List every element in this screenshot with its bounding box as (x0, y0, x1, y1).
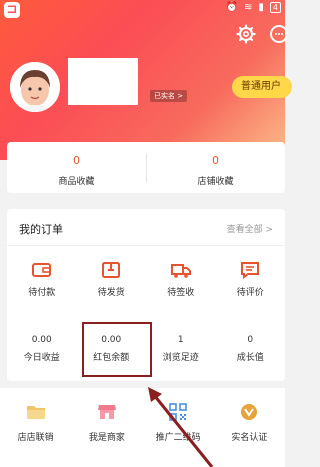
comment-icon (241, 262, 260, 279)
tools-card: 店店联销 我是商家 推广二维码 实名认证 (0, 388, 285, 467)
stat-today-earnings-value: 0.00 (31, 335, 52, 345)
shop-icon (97, 405, 116, 419)
order-pending-review-label: 待评价 (236, 288, 264, 298)
stat-browse-history-value: 1 (177, 335, 184, 345)
stat-growth-value-label: 成长值 (236, 353, 264, 363)
tool-merchant-label: 我是商家 (88, 433, 125, 443)
stat-today-earnings-label: 今日收益 (23, 353, 60, 363)
favorite-products[interactable]: 0 商品收藏 (7, 142, 146, 193)
verified-icon (241, 404, 258, 420)
tool-real-name-verification[interactable]: 实名认证 (214, 388, 285, 467)
tool-merchant[interactable]: 我是商家 (71, 388, 142, 467)
order-pending-review[interactable]: 待评价 (216, 261, 286, 298)
qrcode-icon (169, 403, 187, 421)
battery-icon: 4 (269, 2, 281, 13)
tool-shop-alliance-label: 店店联销 (17, 433, 54, 443)
favorite-shops[interactable]: 0 店铺收藏 (146, 142, 285, 193)
favorite-products-count: 0 (73, 154, 80, 167)
app-badge-icon: ⊐ (4, 2, 20, 18)
wallet-icon (31, 263, 51, 277)
favorites-card: 0 商品收藏 0 店铺收藏 (7, 142, 285, 193)
tool-real-name-verification-label: 实名认证 (231, 433, 268, 443)
order-pending-payment-label: 待付款 (28, 288, 56, 298)
orders-title: 我的订单 (19, 223, 63, 236)
tool-promo-qrcode-label: 推广二维码 (155, 433, 201, 443)
stat-growth-value-value: 0 (247, 335, 254, 345)
favorite-shops-label: 店铺收藏 (197, 177, 234, 187)
message-icon[interactable] (268, 24, 288, 44)
member-level-badge[interactable]: 普通用户 (232, 76, 292, 98)
stat-growth-value[interactable]: 0 成长值 (216, 335, 286, 363)
alarm-icon: ⏰ (225, 2, 238, 13)
stat-browse-history[interactable]: 1 浏览足迹 (146, 335, 216, 363)
order-pending-receipt-label: 待签收 (167, 288, 195, 298)
stat-browse-history-label: 浏览足迹 (162, 353, 199, 363)
annotation-highlight-box (82, 322, 152, 377)
divider (7, 245, 285, 246)
favorite-shops-count: 0 (212, 154, 219, 167)
tool-promo-qrcode[interactable]: 推广二维码 (143, 388, 214, 467)
order-pending-shipment-label: 待发货 (97, 288, 125, 298)
package-icon (102, 262, 121, 278)
signal-icon: ▮ (258, 2, 264, 13)
verified-status-badge[interactable]: 已实名 > (150, 90, 188, 102)
settings-icon[interactable] (236, 24, 256, 44)
favorite-products-label: 商品收藏 (58, 177, 95, 187)
avatar[interactable] (10, 62, 60, 112)
username-box (68, 58, 138, 105)
order-pending-receipt[interactable]: 待签收 (146, 261, 216, 298)
view-all-orders-link[interactable]: 查看全部 > (227, 222, 273, 235)
status-bar: ⊐ ⏰ ≋ ▮ 4 (0, 0, 285, 18)
truck-icon (170, 264, 191, 278)
stat-today-earnings[interactable]: 0.00 今日收益 (7, 335, 77, 363)
wifi-icon: ≋ (244, 2, 253, 13)
order-pending-shipment[interactable]: 待发货 (77, 261, 147, 298)
order-pending-payment[interactable]: 待付款 (7, 261, 77, 298)
folder-icon (26, 406, 45, 419)
tool-shop-alliance[interactable]: 店店联销 (0, 388, 71, 467)
